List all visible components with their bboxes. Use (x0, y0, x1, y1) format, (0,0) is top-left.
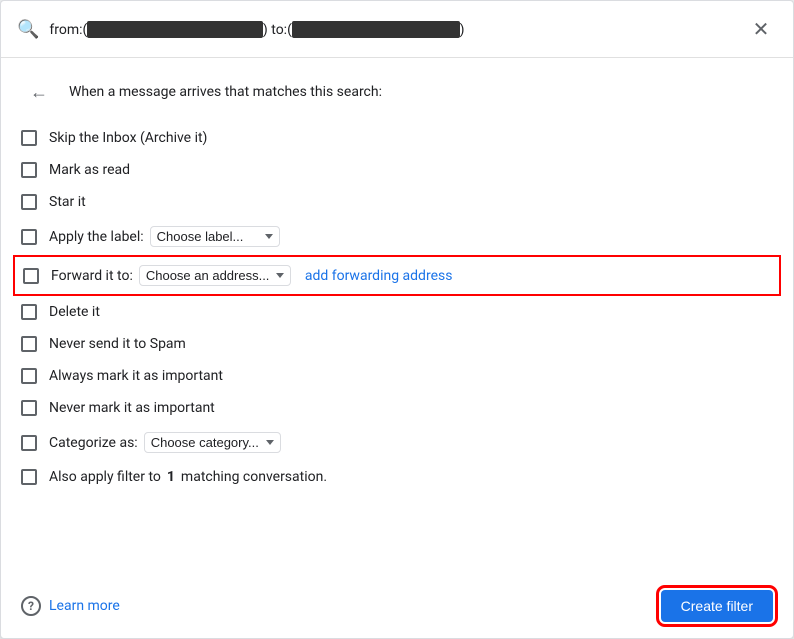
learn-more-row: ? Learn more (21, 596, 120, 616)
checkbox-apply-label[interactable] (21, 229, 37, 245)
recipient-masked: █████████@gmail.com (292, 21, 460, 38)
checkbox-categorize[interactable] (21, 435, 37, 451)
help-icon: ? (21, 596, 41, 616)
label-also-apply: Also apply filter to 1 matching conversa… (49, 469, 327, 485)
header-query: from:(█████████9@gmail.com) to:(████████… (49, 21, 464, 38)
label-never-spam: Never send it to Spam (49, 336, 186, 352)
checkbox-delete-it[interactable] (21, 304, 37, 320)
checkbox-forward-it[interactable] (23, 268, 39, 284)
sender-masked: █████████9@gmail.com (87, 21, 263, 38)
label-always-important: Always mark it as important (49, 368, 223, 384)
option-also-apply: Also apply filter to 1 matching conversa… (21, 461, 773, 493)
search-icon: 🔍 (17, 19, 39, 40)
option-skip-inbox: Skip the Inbox (Archive it) (21, 122, 773, 154)
option-star-it: Star it (21, 186, 773, 218)
checkbox-always-important[interactable] (21, 368, 37, 384)
label-select[interactable]: Choose label... (150, 226, 280, 247)
checkbox-never-spam[interactable] (21, 336, 37, 352)
label-forward-it: Forward it to: Choose an address... add … (51, 265, 452, 286)
checkbox-never-important[interactable] (21, 400, 37, 416)
back-button[interactable]: ← (21, 74, 57, 110)
header-search: 🔍 from:(█████████9@gmail.com) to:(██████… (17, 19, 745, 40)
option-categorize: Categorize as: Choose category... (21, 424, 773, 461)
label-star-it: Star it (49, 194, 86, 210)
subtitle-text: When a message arrives that matches this… (69, 84, 382, 100)
label-never-important: Never mark it as important (49, 400, 215, 416)
option-never-important: Never mark it as important (21, 392, 773, 424)
option-apply-label: Apply the label: Choose label... (21, 218, 773, 255)
dialog-body: ← When a message arrives that matches th… (1, 58, 793, 570)
dialog-header: 🔍 from:(█████████9@gmail.com) to:(██████… (1, 1, 793, 58)
filter-dialog: 🔍 from:(█████████9@gmail.com) to:(██████… (0, 0, 794, 639)
options-list: Skip the Inbox (Archive it) Mark as read… (21, 122, 773, 493)
subtitle-row: ← When a message arrives that matches th… (21, 58, 773, 122)
dialog-footer: ? Learn more Create filter (1, 578, 793, 638)
option-never-spam: Never send it to Spam (21, 328, 773, 360)
checkbox-also-apply[interactable] (21, 469, 37, 485)
option-forward-it: Forward it to: Choose an address... add … (13, 255, 781, 296)
category-select[interactable]: Choose category... (144, 432, 281, 453)
close-button[interactable]: ✕ (745, 13, 777, 45)
label-categorize: Categorize as: Choose category... (49, 432, 281, 453)
label-apply-label: Apply the label: Choose label... (49, 226, 280, 247)
checkbox-mark-read[interactable] (21, 162, 37, 178)
option-always-important: Always mark it as important (21, 360, 773, 392)
checkbox-skip-inbox[interactable] (21, 130, 37, 146)
label-skip-inbox: Skip the Inbox (Archive it) (49, 130, 207, 146)
forward-address-select[interactable]: Choose an address... (139, 265, 291, 286)
label-delete-it: Delete it (49, 304, 100, 320)
label-mark-read: Mark as read (49, 162, 130, 178)
checkbox-star-it[interactable] (21, 194, 37, 210)
add-forwarding-link[interactable]: add forwarding address (305, 268, 453, 284)
option-delete-it: Delete it (21, 296, 773, 328)
option-mark-read: Mark as read (21, 154, 773, 186)
learn-more-link[interactable]: Learn more (49, 598, 120, 614)
create-filter-button[interactable]: Create filter (661, 590, 773, 622)
